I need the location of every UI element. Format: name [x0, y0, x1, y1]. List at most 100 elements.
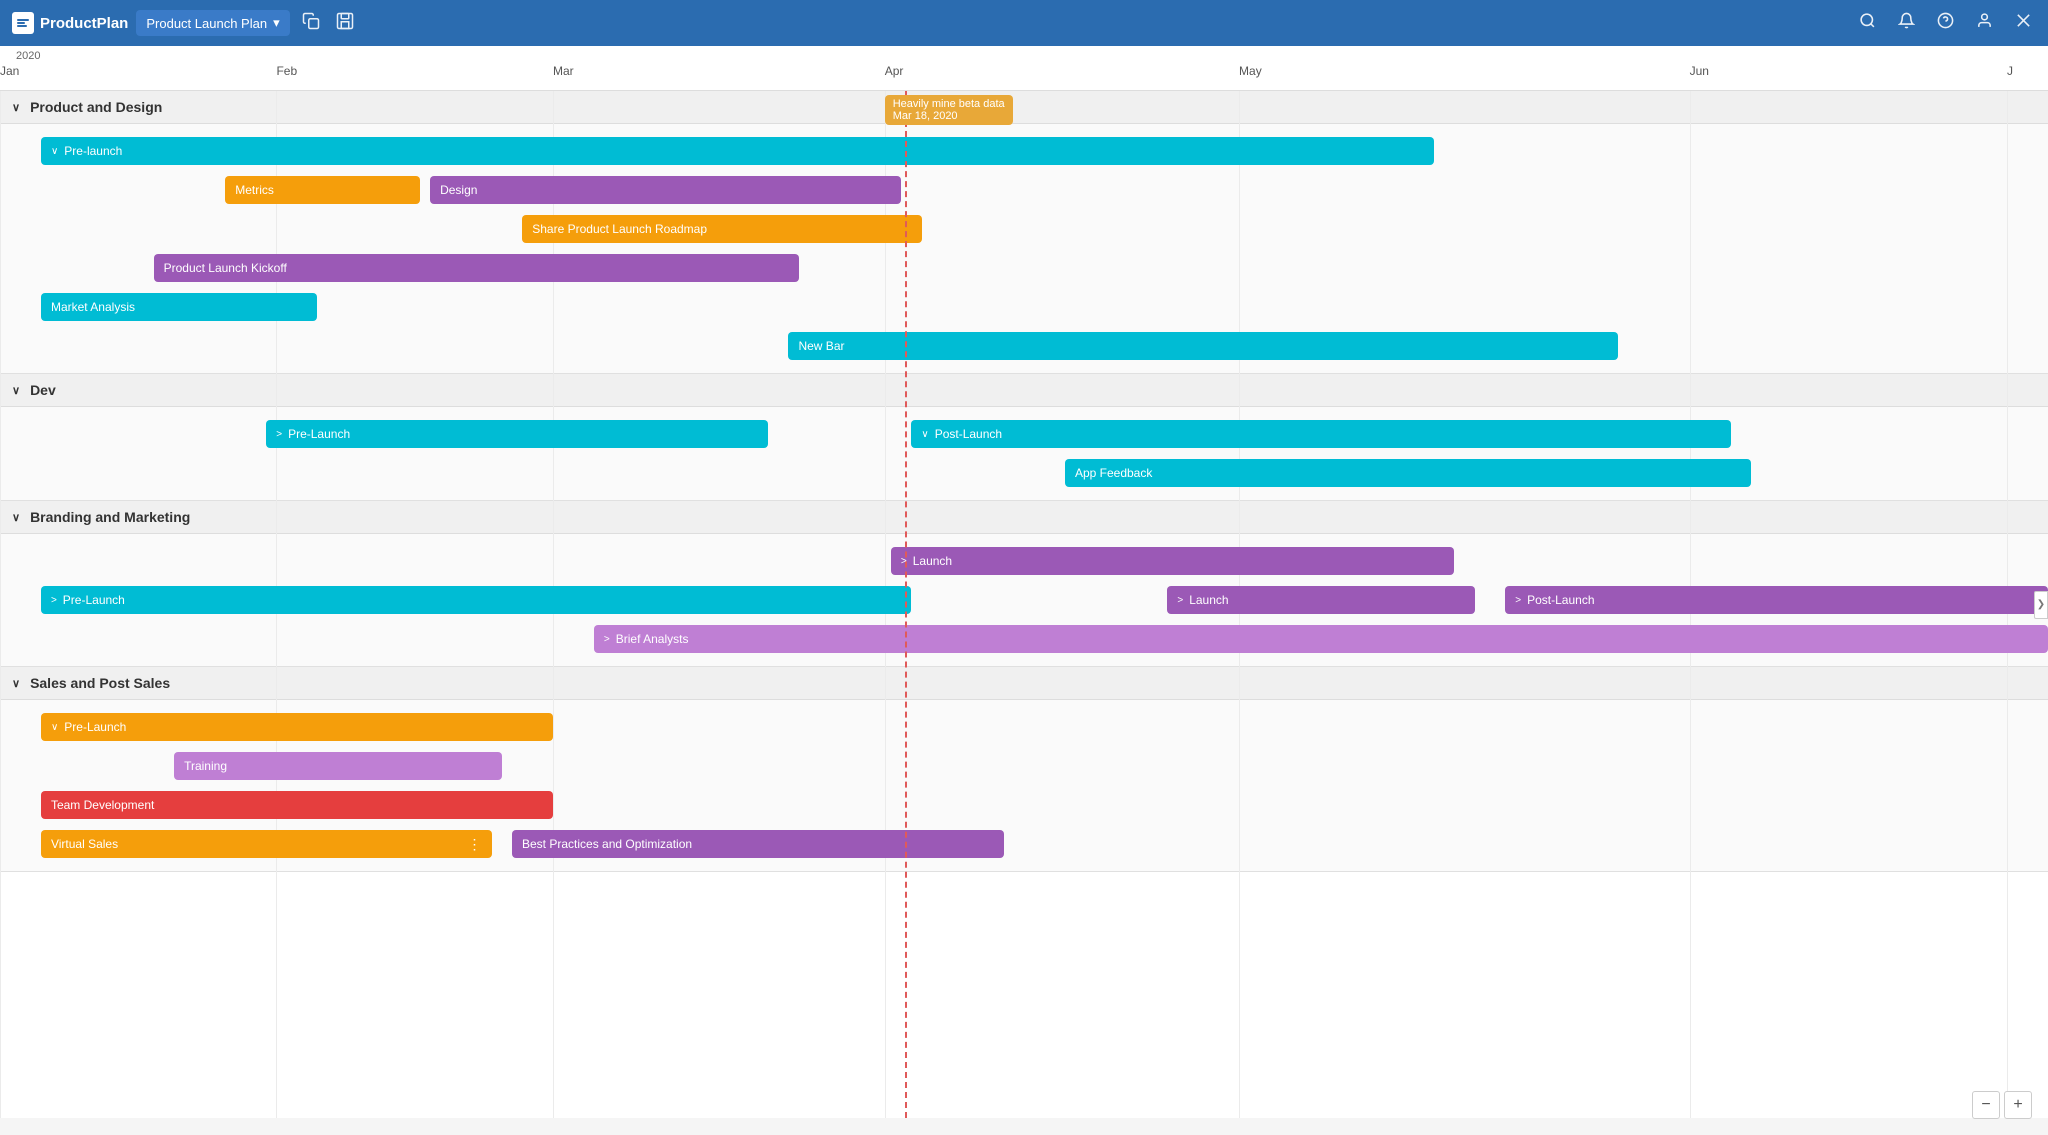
bars-row-3: Product Launch Kickoff: [0, 250, 2048, 286]
bar-dots-icon: ⋮: [468, 836, 482, 853]
search-button[interactable]: [1855, 8, 1880, 38]
month-label-jan: Jan: [0, 64, 19, 78]
title-dropdown-button[interactable]: Product Launch Plan ▾: [136, 10, 289, 36]
section-chevron: ∨: [12, 384, 20, 397]
gantt-bar[interactable]: Design: [430, 176, 901, 204]
bar-chevron-icon: >: [1177, 595, 1183, 606]
bars-row-1: App Feedback: [0, 455, 2048, 491]
bars-row-0: ∨ Pre-Launch: [0, 709, 2048, 745]
dropdown-arrow-icon: ▾: [273, 15, 280, 31]
notification-button[interactable]: [1894, 8, 1919, 38]
section-chevron: ∨: [12, 677, 20, 690]
title-label: Product Launch Plan: [146, 16, 267, 31]
bar-label: New Bar: [798, 339, 844, 353]
brand-label: ProductPlan: [40, 15, 128, 32]
section-label: Sales and Post Sales: [30, 675, 170, 691]
bar-label: Training: [184, 759, 227, 773]
gantt-bar[interactable]: ∨ Post-Launch: [911, 420, 1730, 448]
gantt-bar[interactable]: Product Launch Kickoff: [154, 254, 799, 282]
section-header-branding-marketing[interactable]: ∨ Branding and Marketing: [0, 501, 2048, 534]
copy-button[interactable]: [298, 8, 324, 39]
brand: ProductPlan: [12, 12, 128, 34]
section-header-sales-post-sales[interactable]: ∨ Sales and Post Sales: [0, 667, 2048, 700]
gantt-bar[interactable]: > Brief Analysts: [594, 625, 2048, 653]
bars-row-0: > Pre-Launch ∨ Post-Launch: [0, 416, 2048, 452]
gantt-bar[interactable]: Market Analysis: [41, 293, 317, 321]
bar-label: Post-Launch: [1527, 593, 1594, 607]
section-chevron: ∨: [12, 101, 20, 114]
gantt-bar[interactable]: Team Development: [41, 791, 553, 819]
section-label: Dev: [30, 382, 56, 398]
gantt-bar[interactable]: > Post-Launch: [1505, 586, 2048, 614]
header: ProductPlan Product Launch Plan ▾: [0, 0, 2048, 46]
gantt-bar[interactable]: Training: [174, 752, 502, 780]
bars-row-1: Training: [0, 748, 2048, 784]
bars-row-5: New Bar: [0, 328, 2048, 364]
tooltip-box: Heavily mine beta dataMar 18, 2020: [885, 95, 1013, 125]
gantt-bar[interactable]: Best Practices and Optimization: [512, 830, 1004, 858]
collapse-right-button[interactable]: ❯: [2034, 591, 2048, 619]
section-content-sales-post-sales: ∨ Pre-Launch Training Team Development Virt…: [0, 700, 2048, 871]
bar-label: Post-Launch: [935, 427, 1002, 441]
gantt-bar[interactable]: New Bar: [788, 332, 1617, 360]
gantt-wrapper: 2020 JanFebMarAprMayJunJ ❯ ∨Product and …: [0, 46, 2048, 1135]
month-label-may: May: [1239, 64, 1262, 78]
bar-label: Pre-Launch: [288, 427, 350, 441]
month-label-j: J: [2007, 64, 2013, 78]
bar-label: Product Launch Kickoff: [164, 261, 287, 275]
gantt-bar[interactable]: Metrics: [225, 176, 420, 204]
zoom-in-button[interactable]: +: [2004, 1091, 2032, 1119]
user-button[interactable]: [1972, 8, 1997, 38]
save-button[interactable]: [332, 8, 358, 39]
bar-chevron-icon: >: [604, 634, 610, 645]
bar-label: Metrics: [235, 183, 274, 197]
bar-label: Team Development: [51, 798, 154, 812]
gantt-body[interactable]: ❯ ∨Product and Design∨ Pre-launchMetrics…: [0, 91, 2048, 1118]
zoom-out-button[interactable]: −: [1972, 1091, 2000, 1119]
bar-chevron-icon: >: [901, 556, 907, 567]
bars-row-0: > Launch: [0, 543, 2048, 579]
section-dev: ∨ Dev > Pre-Launch ∨ Post-Launch App Feedbac…: [0, 374, 2048, 501]
section-header-product-design[interactable]: ∨Product and Design: [0, 91, 2048, 124]
month-label-mar: Mar: [553, 64, 574, 78]
gantt-bar[interactable]: Virtual Sales ⋮: [41, 830, 492, 858]
bars-row-2: Share Product Launch Roadmap: [0, 211, 2048, 247]
gantt-bar[interactable]: Share Product Launch Roadmap: [522, 215, 921, 243]
bar-chevron-icon: ∨: [921, 429, 928, 440]
bar-label: Virtual Sales: [51, 837, 118, 851]
section-chevron: ∨: [12, 511, 20, 524]
bar-chevron-icon: >: [276, 429, 282, 440]
bar-label: Best Practices and Optimization: [522, 837, 692, 851]
gantt-bar[interactable]: > Pre-Launch: [266, 420, 768, 448]
section-header-dev[interactable]: ∨ Dev: [0, 374, 2048, 407]
sections-container: ∨Product and Design∨ Pre-launchMetricsDe…: [0, 91, 2048, 872]
bar-chevron-icon: >: [1515, 595, 1521, 606]
timeline-header: 2020 JanFebMarAprMayJunJ: [0, 46, 2048, 91]
gantt-bar[interactable]: > Launch: [891, 547, 1454, 575]
bar-label: App Feedback: [1075, 466, 1152, 480]
month-label-apr: Apr: [885, 64, 904, 78]
timeline-year: 2020: [0, 50, 2048, 62]
section-product-design: ∨Product and Design∨ Pre-launchMetricsDe…: [0, 91, 2048, 374]
month-label-jun: Jun: [1690, 64, 1709, 78]
bar-chevron-icon: >: [51, 595, 57, 606]
bar-label: Share Product Launch Roadmap: [532, 222, 707, 236]
gantt-bar[interactable]: App Feedback: [1065, 459, 1751, 487]
section-content-dev: > Pre-Launch ∨ Post-Launch App Feedback: [0, 407, 2048, 500]
bars-row-4: Market Analysis: [0, 289, 2048, 325]
bars-row-3: Virtual Sales ⋮ Best Practices and Optimiz…: [0, 826, 2048, 862]
bar-label: Brief Analysts: [616, 632, 689, 646]
app-container: ProductPlan Product Launch Plan ▾: [0, 0, 2048, 1135]
section-label: Branding and Marketing: [30, 509, 190, 525]
close-button[interactable]: [2011, 8, 2036, 38]
gantt-bar[interactable]: ∨ Pre-launch: [41, 137, 1434, 165]
section-content-branding-marketing: > Launch> Pre-Launch> Launch> Post-Launc…: [0, 534, 2048, 666]
gantt-bar[interactable]: > Launch: [1167, 586, 1474, 614]
bars-row-2: Team Development: [0, 787, 2048, 823]
help-button[interactable]: [1933, 8, 1958, 38]
section-branding-marketing: ∨ Branding and Marketing > Launch > Pre-Lau…: [0, 501, 2048, 667]
bar-label: Design: [440, 183, 477, 197]
bar-label: Pre-launch: [64, 144, 122, 158]
gantt-bar[interactable]: > Pre-Launch: [41, 586, 911, 614]
gantt-bar[interactable]: ∨ Pre-Launch: [41, 713, 553, 741]
